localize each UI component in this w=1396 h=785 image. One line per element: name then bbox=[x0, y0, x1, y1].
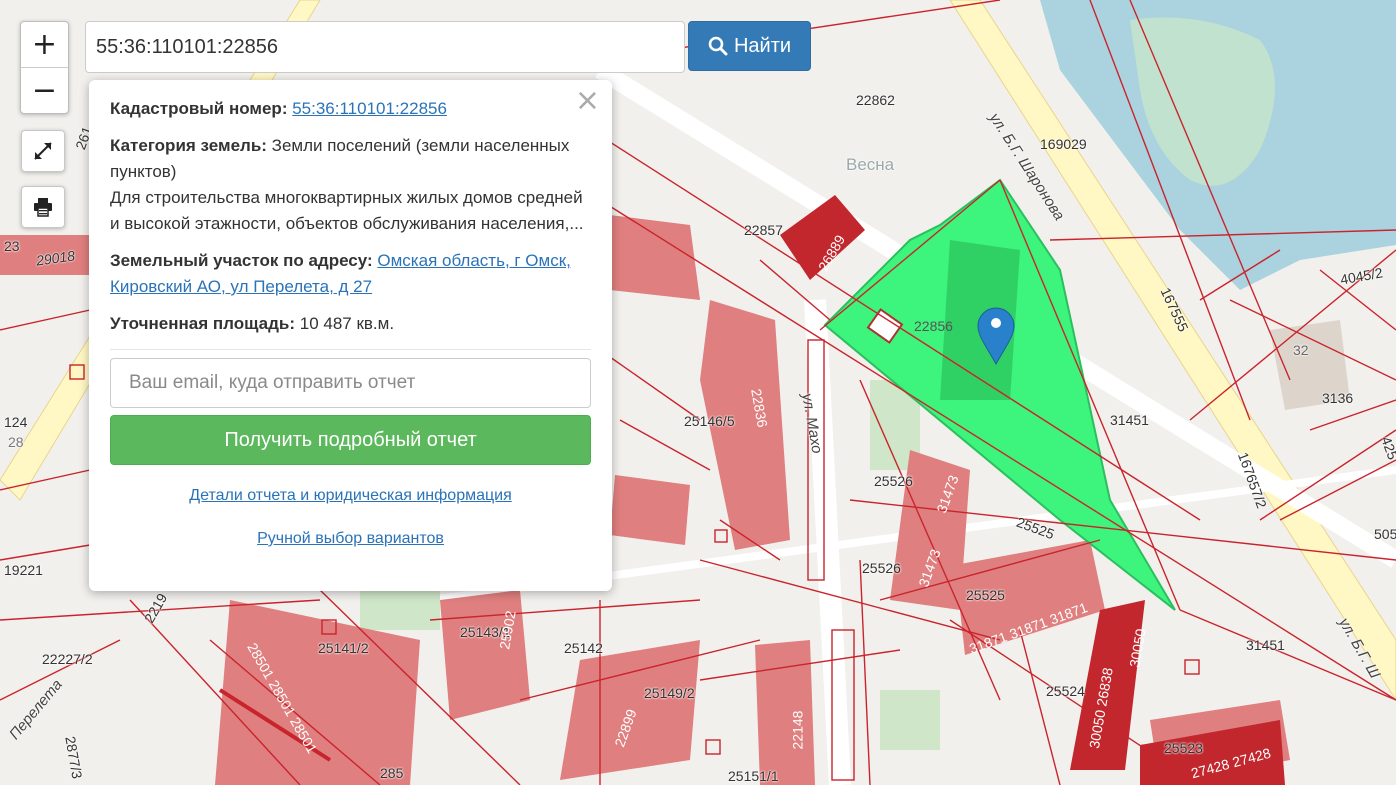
area-label: Уточненная площадь: bbox=[110, 314, 295, 333]
map-place-label: Весна bbox=[846, 155, 895, 174]
map-parcel-label: 25151/1 bbox=[728, 768, 779, 784]
cadastral-search-input[interactable] bbox=[85, 21, 685, 73]
print-icon bbox=[34, 198, 52, 217]
fullscreen-icon bbox=[34, 142, 52, 160]
map-parcel-label: 19221 bbox=[4, 562, 43, 578]
get-report-button[interactable]: Получить подробный отчет bbox=[110, 415, 591, 465]
fullscreen-button[interactable] bbox=[21, 130, 65, 172]
map-parcel-label: 32 bbox=[1293, 342, 1309, 358]
report-details-link[interactable]: Детали отчета и юридическая информация bbox=[189, 487, 512, 504]
map-parcel-label: 25524 bbox=[1046, 683, 1085, 699]
map-parcel-label: 31451 bbox=[1246, 637, 1285, 653]
map-parcel-label: 22856 bbox=[914, 318, 953, 334]
search-icon bbox=[708, 36, 728, 56]
address-label: Земельный участок по адресу: bbox=[110, 251, 373, 270]
map-parcel-label: 25523 bbox=[1164, 740, 1203, 756]
map-building-label: 22148 bbox=[789, 710, 806, 750]
divider bbox=[110, 349, 591, 350]
email-field[interactable] bbox=[110, 358, 591, 408]
map-parcel-label: 25146/5 bbox=[684, 413, 735, 429]
close-icon[interactable]: × bbox=[575, 86, 600, 116]
map-parcel-label: 25526 bbox=[874, 473, 913, 489]
map-parcel-label: 25525 bbox=[966, 587, 1005, 603]
zoom-out-button[interactable]: − bbox=[21, 68, 68, 113]
map-parcel-label: 124 bbox=[4, 414, 28, 430]
area-value: 10 487 кв.м. bbox=[299, 314, 395, 333]
land-category-label: Категория земель: bbox=[110, 136, 267, 155]
map-parcel-label: 23 bbox=[4, 238, 20, 254]
map-parcel-label: 31451 bbox=[1110, 412, 1149, 428]
map-parcel-label: 5050 bbox=[1374, 526, 1396, 542]
map-parcel-label: 25141/2 bbox=[318, 640, 369, 656]
zoom-control: + − bbox=[20, 21, 69, 114]
map-parcel-label: 25142 bbox=[564, 640, 603, 656]
map-parcel-label: 169029 bbox=[1040, 136, 1087, 152]
manual-selection-link[interactable]: Ручной выбор вариантов bbox=[257, 530, 444, 547]
cadastral-number-link[interactable]: 55:36:110101:22856 bbox=[292, 99, 447, 118]
zoom-in-button[interactable]: + bbox=[21, 22, 68, 68]
map-parcel-label: 22227/2 bbox=[42, 651, 93, 667]
map-parcel-label: 3136 bbox=[1322, 390, 1354, 406]
map-parcel-label: 25526 bbox=[862, 560, 901, 576]
map-parcel-label: 22862 bbox=[856, 92, 895, 108]
map-parcel-label: 22857 bbox=[744, 222, 783, 238]
search-button[interactable]: Найти bbox=[688, 21, 811, 71]
map-parcel-label: 285 bbox=[380, 765, 404, 781]
map-parcel-label: 25149/2 bbox=[644, 685, 695, 701]
parcel-info-popup: × Кадастровый номер: 55:36:110101:22856 … bbox=[89, 80, 612, 591]
print-button[interactable] bbox=[21, 186, 65, 228]
map-parcel-label: 28 bbox=[8, 434, 24, 450]
cadastral-number-label: Кадастровый номер: bbox=[110, 99, 288, 118]
search-button-label: Найти bbox=[733, 34, 792, 57]
permitted-use-text: Для строительства многоквартирных жилых … bbox=[110, 188, 584, 233]
